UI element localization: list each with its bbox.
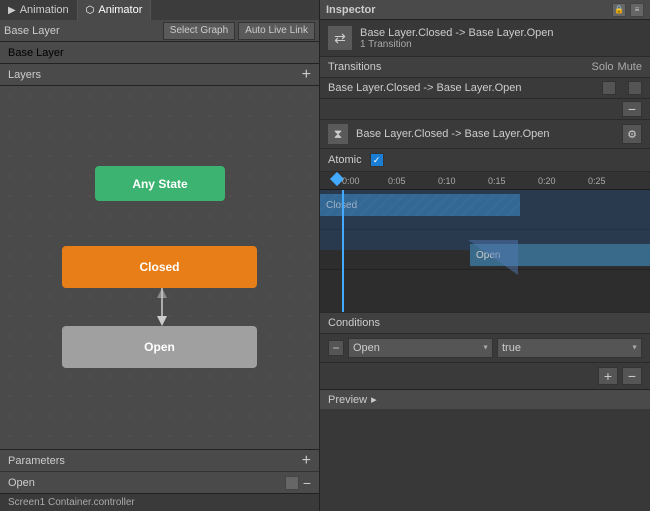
- state-open-label: Open: [144, 340, 175, 354]
- transitions-section-title: Transitions: [328, 61, 592, 73]
- parameter-checkbox[interactable]: [285, 476, 299, 490]
- condition-param-wrapper: Open: [348, 338, 493, 358]
- auto-live-link-button[interactable]: Auto Live Link: [238, 22, 315, 40]
- transition-row[interactable]: Base Layer.Closed -> Base Layer.Open: [320, 78, 650, 99]
- state-any-label: Any State: [132, 177, 187, 191]
- condition-operator-wrapper: true false: [497, 338, 642, 358]
- animator-icon: ⬡: [86, 5, 95, 16]
- atomic-checkbox[interactable]: ✓: [370, 153, 384, 167]
- tab-animation-label: Animation: [20, 4, 69, 16]
- transitions-section-header: Transitions Solo Mute: [320, 57, 650, 78]
- animation-icon: ▶: [8, 5, 16, 16]
- remove-condition-button[interactable]: −: [622, 367, 642, 385]
- transition-label: Base Layer.Closed -> Base Layer.Open: [360, 27, 554, 39]
- preview-bar: Preview ▸: [320, 389, 650, 409]
- condition-row: − Open true false: [320, 334, 650, 363]
- tab-bar: ▶ Animation ⬡ Animator: [0, 0, 319, 20]
- solo-label: Solo: [592, 61, 614, 73]
- tab-animation[interactable]: ▶ Animation: [0, 0, 78, 20]
- transition-type-icon: ⇄: [328, 26, 352, 50]
- transition-details: Base Layer.Closed -> Base Layer.Open 1 T…: [360, 27, 554, 50]
- parameter-item-open: Open −: [0, 471, 319, 493]
- track-open-row: Open: [320, 240, 650, 270]
- state-closed[interactable]: Closed: [62, 246, 257, 288]
- preview-title: Preview: [328, 394, 367, 406]
- conditions-header: Conditions: [320, 312, 650, 334]
- breadcrumb: Base Layer: [0, 42, 319, 64]
- transition-row-label: Base Layer.Closed -> Base Layer.Open: [328, 82, 602, 94]
- inspector-panel: Inspector 🔒 ≡ ⇄ Base Layer.Closed -> Bas…: [320, 0, 650, 511]
- layers-add-button[interactable]: +: [302, 67, 311, 83]
- remove-transition-row: −: [320, 99, 650, 120]
- atomic-row: Atomic ✓: [320, 149, 650, 172]
- select-graph-button[interactable]: Select Graph: [163, 22, 235, 40]
- ruler-15: 0:15: [488, 176, 506, 186]
- parameters-bar: Parameters +: [0, 449, 319, 471]
- state-open[interactable]: Open: [62, 326, 257, 368]
- condition-minus-button[interactable]: −: [328, 340, 344, 356]
- parameters-title: Parameters: [8, 455, 302, 467]
- hourglass-icon: ⧗: [328, 124, 348, 144]
- inspector-title: Inspector: [326, 4, 376, 16]
- atomic-label: Atomic: [328, 154, 362, 166]
- condition-operator-select[interactable]: true false: [497, 338, 642, 358]
- mute-label: Mute: [618, 61, 642, 73]
- condition-add-row: + −: [320, 363, 650, 389]
- transition-mute-checkbox[interactable]: [628, 81, 642, 95]
- tab-animator[interactable]: ⬡ Animator: [78, 0, 152, 20]
- transition-solo-checkbox[interactable]: [602, 81, 616, 95]
- toolbar-title: Base Layer: [4, 25, 160, 37]
- lock-icon[interactable]: 🔒: [612, 3, 626, 17]
- ruler-5: 0:05: [388, 176, 406, 186]
- layers-bar: Layers +: [0, 64, 319, 86]
- transition-arrow: [155, 288, 169, 326]
- timeline-ruler: 0:00 0:05 0:10 0:15 0:20 0:25: [320, 172, 650, 190]
- parameter-name: Open: [8, 477, 285, 489]
- state-any-state[interactable]: Any State: [95, 166, 225, 201]
- status-text: Screen1 Container.controller: [8, 497, 135, 508]
- preview-arrow: ▸: [371, 393, 377, 406]
- ruler-10: 0:10: [438, 176, 456, 186]
- inspector-controls: 🔒 ≡: [612, 3, 644, 17]
- timeline: 0:00 0:05 0:10 0:15 0:20 0:25 Closed: [320, 172, 650, 312]
- timeline-playhead: [342, 190, 344, 312]
- timeline-tracks: Closed Open: [320, 190, 650, 312]
- transition-detail-text: Base Layer.Closed -> Base Layer.Open: [356, 128, 622, 140]
- conditions-section: Conditions − Open true false: [320, 312, 650, 389]
- condition-param-select[interactable]: Open: [348, 338, 493, 358]
- remove-transition-button[interactable]: −: [622, 101, 642, 117]
- parameters-add-button[interactable]: +: [302, 453, 311, 469]
- layers-title: Layers: [8, 69, 302, 81]
- breadcrumb-text: Base Layer: [8, 47, 64, 59]
- inspector-header: Inspector 🔒 ≡: [320, 0, 650, 20]
- add-condition-button[interactable]: +: [598, 367, 618, 385]
- ruler-0: 0:00: [342, 176, 360, 186]
- ruler-25: 0:25: [588, 176, 606, 186]
- state-closed-label: Closed: [139, 260, 179, 274]
- ruler-20: 0:20: [538, 176, 556, 186]
- transition-count: 1 Transition: [360, 39, 554, 50]
- transition-info: ⇄ Base Layer.Closed -> Base Layer.Open 1…: [320, 20, 650, 57]
- animator-toolbar: Base Layer Select Graph Auto Live Link: [0, 20, 319, 42]
- parameter-remove-button[interactable]: −: [303, 476, 311, 490]
- animator-canvas: Any State Closed Open: [0, 86, 319, 449]
- tab-animator-label: Animator: [98, 4, 142, 16]
- status-bar: Screen1 Container.controller: [0, 493, 319, 511]
- transition-wedge: [468, 240, 518, 275]
- transition-detail-row: ⧗ Base Layer.Closed -> Base Layer.Open ⚙: [320, 120, 650, 149]
- conditions-title: Conditions: [328, 317, 642, 329]
- settings-button[interactable]: ⚙: [622, 124, 642, 144]
- menu-icon[interactable]: ≡: [630, 3, 644, 17]
